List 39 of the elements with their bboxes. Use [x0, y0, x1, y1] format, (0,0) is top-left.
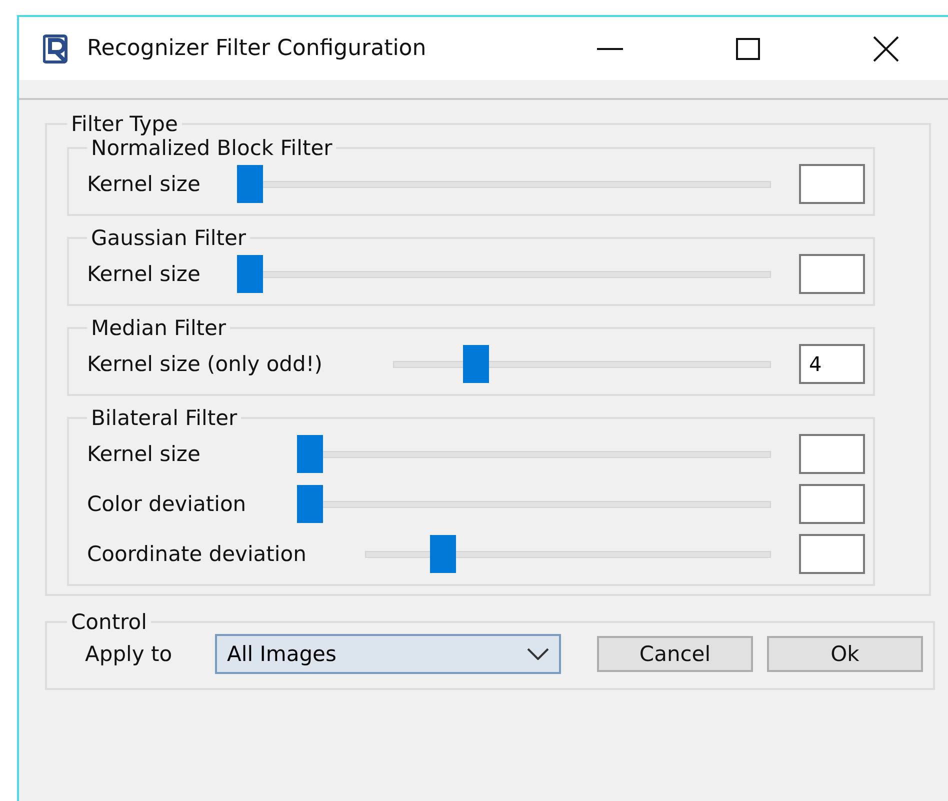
- field-label: Kernel size (only odd!): [87, 352, 324, 376]
- group-title: Control: [70, 610, 148, 634]
- field-label: Kernel size: [87, 172, 202, 196]
- slider-track[interactable]: [297, 485, 771, 523]
- minimize-icon[interactable]: [597, 46, 623, 50]
- slider-track[interactable]: [297, 435, 771, 473]
- value-field[interactable]: [799, 254, 865, 294]
- slider-track[interactable]: [237, 255, 771, 293]
- group-title: Normalized Block Filter: [90, 136, 334, 160]
- slider-thumb[interactable]: [463, 345, 490, 383]
- slider-thumb[interactable]: [297, 485, 323, 523]
- field-label: Kernel size: [87, 262, 202, 286]
- window-title: Recognizer Filter Configuration: [87, 36, 428, 61]
- slider-thumb[interactable]: [237, 255, 263, 293]
- close-icon[interactable]: [873, 36, 899, 62]
- field-label: Coordinate deviation: [87, 542, 308, 566]
- maximize-icon[interactable]: [736, 38, 760, 60]
- group-title: Gaussian Filter: [90, 226, 248, 250]
- field-label: Kernel size: [87, 442, 202, 466]
- group-title: Filter Type: [70, 112, 179, 136]
- field-label: Color deviation: [87, 492, 248, 516]
- dialog-button[interactable]: Ok: [767, 636, 923, 672]
- value-field[interactable]: [799, 484, 865, 524]
- chevron-icon: [527, 648, 549, 660]
- dialog-button[interactable]: Cancel: [597, 636, 753, 672]
- value-field[interactable]: [799, 434, 865, 474]
- slider-track[interactable]: [365, 535, 771, 573]
- field-label: Apply to: [85, 642, 174, 666]
- slider-track[interactable]: [237, 165, 771, 203]
- slider-thumb[interactable]: [237, 165, 263, 203]
- value-field[interactable]: 4: [799, 344, 865, 384]
- slider-thumb[interactable]: [297, 435, 323, 473]
- slider-track[interactable]: [393, 345, 771, 383]
- group-title: Median Filter: [90, 316, 228, 340]
- group-title: Bilateral Filter: [90, 406, 238, 430]
- slider-thumb[interactable]: [430, 535, 456, 573]
- value-field[interactable]: [799, 164, 865, 204]
- value-field[interactable]: [799, 534, 865, 574]
- apply-dropdown[interactable]: All Images: [215, 634, 561, 674]
